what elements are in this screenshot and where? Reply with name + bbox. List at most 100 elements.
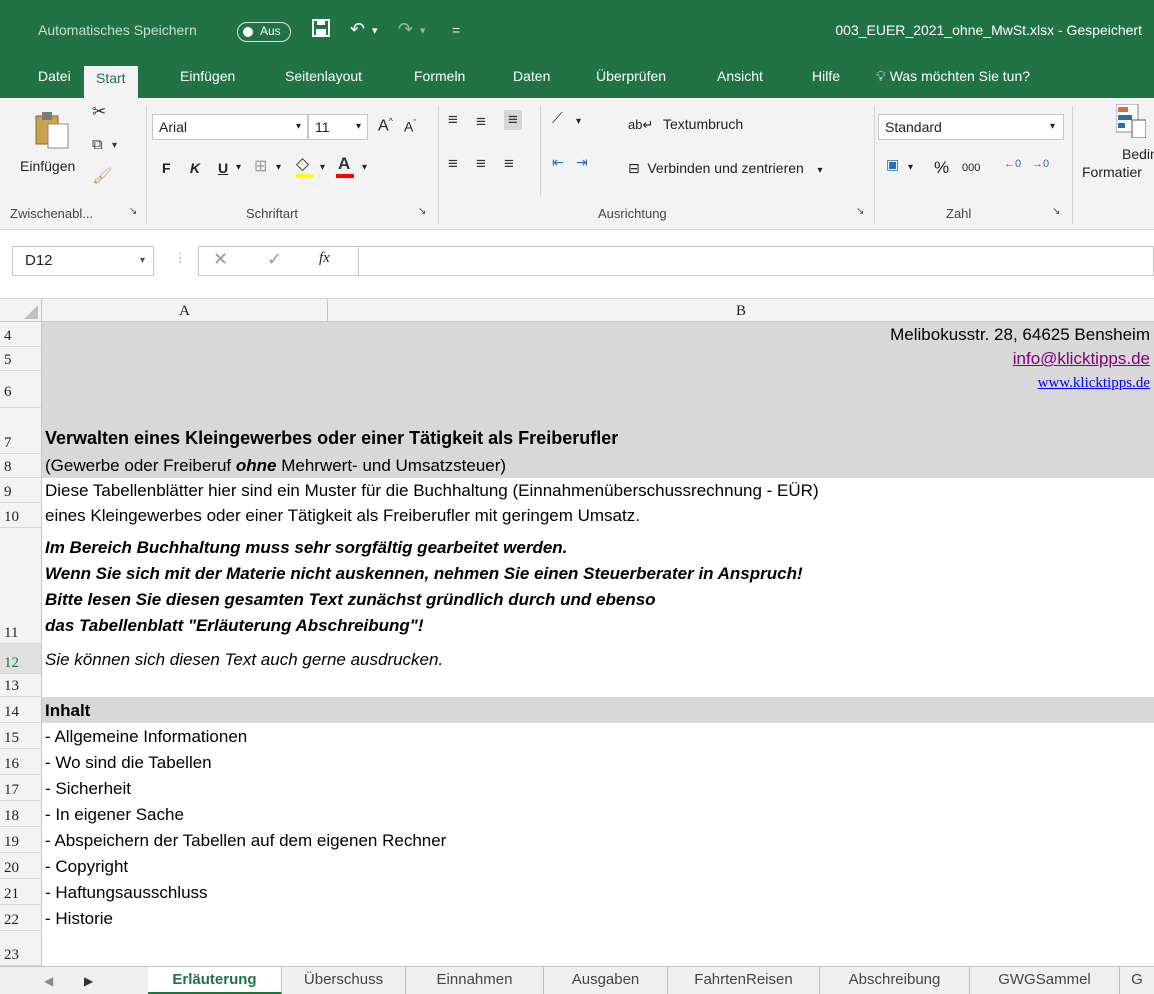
row-header-13[interactable]: 13 — [0, 674, 42, 697]
row-header-9[interactable]: 9 — [0, 478, 42, 503]
row-header-7[interactable]: 7 — [0, 408, 42, 454]
copy-icon[interactable]: ⧉ — [92, 136, 103, 153]
underline-button[interactable]: U — [218, 160, 228, 176]
row-header-15[interactable]: 15 — [0, 723, 42, 749]
bold-button[interactable]: F — [162, 160, 171, 176]
website-link[interactable]: www.klicktipps.de — [42, 371, 1154, 408]
number-format-select[interactable]: Standard ▾ — [878, 114, 1064, 140]
tell-me-box[interactable]: 💡︎ Was möchten Sie tun? — [876, 62, 1030, 90]
tab-ueberpruefen[interactable]: Überprüfen — [584, 62, 678, 98]
align-middle-icon[interactable]: ≡ — [476, 112, 486, 132]
select-all-corner[interactable] — [0, 299, 42, 323]
contents-item[interactable]: - Haftungsausschluss — [42, 879, 1154, 905]
paste-button[interactable]: Einfügen — [14, 110, 75, 180]
tab-datei[interactable]: Datei — [26, 62, 83, 98]
tab-start[interactable]: Start — [84, 66, 138, 98]
autosave-toggle[interactable]: Aus — [237, 22, 291, 42]
sheet-tab-einnahmen[interactable]: Einnahmen — [406, 967, 544, 994]
increase-font-icon[interactable]: A^ — [378, 116, 393, 135]
undo-dropdown-icon[interactable]: ▾ — [372, 24, 378, 37]
cell-address[interactable]: Melibokusstr. 28, 64625 Bensheim — [42, 322, 1154, 347]
row-header-22[interactable]: 22 — [0, 905, 42, 931]
subtitle-cell[interactable]: (Gewerbe oder Freiberuf ohne Mehrwert- u… — [42, 454, 1154, 478]
name-box[interactable]: D12 ▾ — [12, 246, 154, 276]
cancel-icon[interactable]: ✕ — [213, 249, 228, 270]
copy-dropdown-icon[interactable]: ▾ — [112, 140, 117, 151]
number-launcher-icon[interactable]: ↘ — [1052, 206, 1060, 217]
contents-item[interactable]: - In eigener Sache — [42, 801, 1154, 827]
thousands-button[interactable]: 000 — [962, 162, 980, 174]
page-title[interactable]: Verwalten eines Kleingewerbes oder einer… — [42, 408, 1154, 454]
decrease-decimal-icon[interactable]: →0 — [1032, 158, 1049, 170]
row-header-20[interactable]: 20 — [0, 853, 42, 879]
sheet-tab-abschreibung[interactable]: Abschreibung — [820, 967, 970, 994]
column-header-a[interactable]: A — [42, 299, 328, 323]
undo-icon[interactable]: ↶ — [350, 19, 365, 40]
decrease-indent-icon[interactable]: ⇤ — [552, 154, 564, 171]
italic-button[interactable]: K — [190, 160, 200, 176]
underline-dropdown-icon[interactable]: ▾ — [236, 162, 241, 173]
sheet-tab-partial[interactable]: G — [1120, 967, 1154, 994]
clipboard-launcher-icon[interactable]: ↘ — [129, 206, 137, 217]
row-header-11[interactable]: 11 — [0, 528, 42, 644]
align-top-icon[interactable]: ≡ — [448, 110, 458, 130]
tab-hilfe[interactable]: Hilfe — [800, 62, 852, 98]
contents-item[interactable]: - Wo sind die Tabellen — [42, 749, 1154, 775]
font-color-icon[interactable]: A — [336, 154, 354, 178]
accounting-dropdown-icon[interactable]: ▾ — [908, 162, 913, 173]
contents-item[interactable]: - Historie — [42, 905, 1154, 931]
row-header-19[interactable]: 19 — [0, 827, 42, 853]
fill-color-icon[interactable]: ◇ — [296, 154, 314, 178]
borders-dropdown-icon[interactable]: ▾ — [276, 162, 281, 173]
formula-input[interactable] — [358, 246, 1154, 276]
fill-color-dropdown-icon[interactable]: ▾ — [320, 162, 325, 173]
sheet-tab-erlaeuterung[interactable]: Erläuterung — [148, 967, 282, 994]
align-left-icon[interactable]: ≡ — [448, 154, 458, 174]
insert-function-icon[interactable]: fx — [319, 250, 330, 267]
contents-item[interactable]: - Copyright — [42, 853, 1154, 879]
row-header-16[interactable]: 16 — [0, 749, 42, 775]
enter-icon[interactable]: ✓ — [267, 249, 282, 270]
text-cell[interactable]: Sie können sich diesen Text auch gerne a… — [42, 644, 1154, 674]
tab-einfuegen[interactable]: Einfügen — [168, 62, 247, 98]
scroll-right-icon[interactable]: ▶ — [84, 967, 93, 994]
alignment-launcher-icon[interactable]: ↘ — [856, 206, 864, 217]
tab-seitenlayout[interactable]: Seitenlayout — [273, 62, 374, 98]
tab-formeln[interactable]: Formeln — [402, 62, 477, 98]
align-center-icon[interactable]: ≡ — [476, 154, 486, 174]
sheet-tab-ausgaben[interactable]: Ausgaben — [544, 967, 668, 994]
format-painter-icon[interactable]: 🖌︎ — [92, 166, 112, 186]
contents-item[interactable]: - Abspeichern der Tabellen auf dem eigen… — [42, 827, 1154, 853]
email-link[interactable]: info@klicktipps.de — [42, 347, 1154, 371]
row-header-18[interactable]: 18 — [0, 801, 42, 827]
text-cell[interactable]: Diese Tabellenblätter hier sind ein Must… — [42, 478, 1154, 503]
font-name-select[interactable]: Arial ▾ — [152, 114, 308, 140]
borders-icon[interactable]: ⊞ — [254, 156, 267, 176]
contents-item[interactable]: - Allgemeine Informationen — [42, 723, 1154, 749]
column-header-b[interactable]: B — [328, 299, 1154, 323]
percent-button[interactable]: % — [934, 158, 949, 178]
scroll-left-icon[interactable]: ◀ — [44, 967, 53, 994]
row-header-8[interactable]: 8 — [0, 454, 42, 478]
warning-cell[interactable]: Im Bereich Buchhaltung muss sehr sorgfäl… — [42, 528, 1154, 644]
tab-ansicht[interactable]: Ansicht — [705, 62, 775, 98]
row-header-6[interactable]: 6 — [0, 371, 42, 408]
row-header-14[interactable]: 14 — [0, 697, 42, 723]
contents-heading[interactable]: Inhalt — [42, 697, 1154, 723]
row-header-10[interactable]: 10 — [0, 503, 42, 528]
cut-icon[interactable]: ✂ — [92, 102, 106, 122]
increase-indent-icon[interactable]: ⇥ — [576, 154, 588, 171]
row-header-12[interactable]: 12 — [0, 644, 42, 674]
accounting-format-icon[interactable]: ▣ — [886, 156, 899, 173]
orientation-dropdown-icon[interactable]: ▾ — [576, 116, 581, 127]
font-size-select[interactable]: 11 ▾ — [308, 114, 368, 140]
row-header-17[interactable]: 17 — [0, 775, 42, 801]
row-header-5[interactable]: 5 — [0, 347, 42, 371]
font-launcher-icon[interactable]: ↘ — [418, 206, 426, 217]
empty-cell[interactable] — [42, 674, 1154, 697]
orientation-icon[interactable]: ⟋ — [552, 110, 563, 127]
row-header-21[interactable]: 21 — [0, 879, 42, 905]
text-cell[interactable]: eines Kleingewerbes oder einer Tätigkeit… — [42, 503, 1154, 528]
conditional-formatting-button[interactable]: Beding Formatier — [1080, 102, 1154, 198]
save-icon[interactable] — [312, 19, 330, 42]
